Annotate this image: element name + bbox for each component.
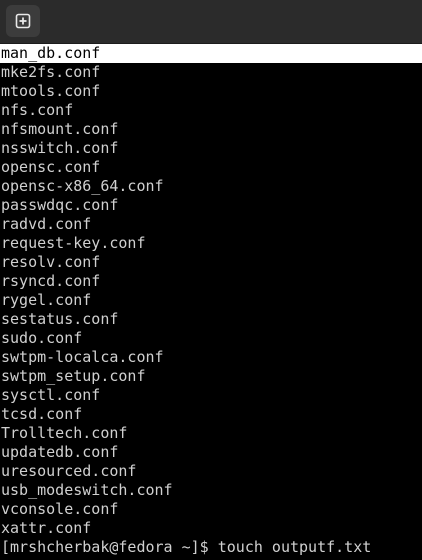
terminal-line: mke2fs.conf xyxy=(1,63,101,81)
terminal-line: radvd.conf xyxy=(1,215,92,233)
terminal-line: rygel.conf xyxy=(1,291,92,309)
terminal-line: usb_modeswitch.conf xyxy=(1,481,173,499)
terminal-line: uresourced.conf xyxy=(1,462,137,480)
plus-square-icon xyxy=(15,13,31,29)
title-bar xyxy=(0,0,422,44)
terminal-line: swtpm-localca.conf xyxy=(1,348,164,366)
terminal-line: mtools.conf xyxy=(1,82,101,100)
terminal-line: resolv.conf xyxy=(1,253,101,271)
terminal-line: updatedb.conf xyxy=(1,443,119,461)
terminal-line: nfsmount.conf xyxy=(1,120,119,138)
terminal-line: nfs.conf xyxy=(1,101,74,119)
terminal-line: rsyncd.conf xyxy=(1,272,101,290)
terminal-line: sestatus.conf xyxy=(1,310,119,328)
terminal-line-selected: man_db.conf xyxy=(0,44,422,63)
terminal-line: swtpm_setup.conf xyxy=(1,367,146,385)
terminal-line: sudo.conf xyxy=(1,329,83,347)
terminal-line: request-key.conf xyxy=(1,234,146,252)
terminal-lines: man_db.conf mke2fs.conf mtools.conf nfs.con… xyxy=(0,44,422,538)
terminal-output[interactable]: man_db.conf mke2fs.conf mtools.conf nfs.con… xyxy=(0,44,422,560)
terminal-line: nsswitch.conf xyxy=(1,139,119,157)
terminal-line: xattr.conf xyxy=(1,519,92,537)
terminal-line: Trolltech.conf xyxy=(1,424,128,442)
terminal-line: opensc.conf xyxy=(1,158,101,176)
new-tab-button[interactable] xyxy=(6,5,40,37)
terminal-line: opensc-x86_64.conf xyxy=(1,177,164,195)
terminal-line: sysctl.conf xyxy=(1,386,101,404)
terminal-line: tcsd.conf xyxy=(1,405,83,423)
terminal-line: passwdqc.conf xyxy=(1,196,119,214)
terminal-line: vconsole.conf xyxy=(1,500,119,518)
command-prompt-line[interactable]: [mrshcherbak@fedora ~]$ touch outputf.tx… xyxy=(0,538,422,557)
